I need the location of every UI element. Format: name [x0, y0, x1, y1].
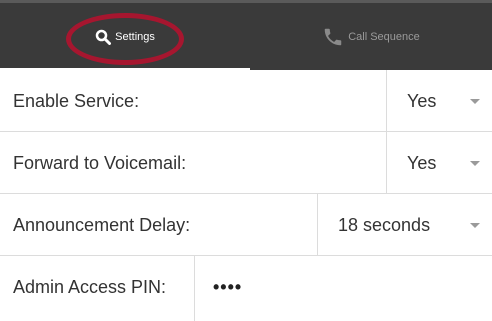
phone-icon: [322, 26, 344, 48]
tab-call-sequence-label: Call Sequence: [348, 30, 420, 43]
forward-to-voicemail-label: Forward to Voicemail:: [13, 153, 187, 173]
tab-call-sequence[interactable]: Call Sequence: [250, 3, 492, 70]
chevron-down-icon: [470, 99, 480, 104]
admin-access-pin-label: Admin Access PIN:: [13, 277, 167, 297]
divider: [317, 194, 318, 256]
divider: [386, 132, 387, 194]
forward-to-voicemail-value: Yes: [407, 152, 437, 173]
setting-row-admin-access-pin: Admin Access PIN: ••••: [0, 256, 492, 321]
announcement-delay-select[interactable]: 18 seconds: [338, 194, 480, 256]
announcement-delay-value: 18 seconds: [338, 214, 431, 235]
enable-service-label: Enable Service:: [13, 91, 140, 111]
setting-row-enable-service: Enable Service: Yes: [0, 70, 492, 132]
highlight-annotation: [66, 13, 184, 65]
setting-row-announcement-delay: Announcement Delay: 18 seconds: [0, 194, 492, 256]
divider: [194, 256, 195, 321]
chevron-down-icon: [470, 161, 480, 166]
enable-service-value: Yes: [407, 90, 437, 111]
announcement-delay-label: Announcement Delay:: [13, 215, 191, 235]
forward-to-voicemail-select[interactable]: Yes: [407, 132, 480, 194]
admin-access-pin-input[interactable]: ••••: [213, 256, 242, 318]
chevron-down-icon: [470, 223, 480, 228]
setting-row-forward-to-voicemail: Forward to Voicemail: Yes: [0, 132, 492, 194]
enable-service-select[interactable]: Yes: [407, 70, 480, 132]
divider: [386, 70, 387, 132]
tab-bar: Settings Call Sequence: [0, 0, 492, 71]
